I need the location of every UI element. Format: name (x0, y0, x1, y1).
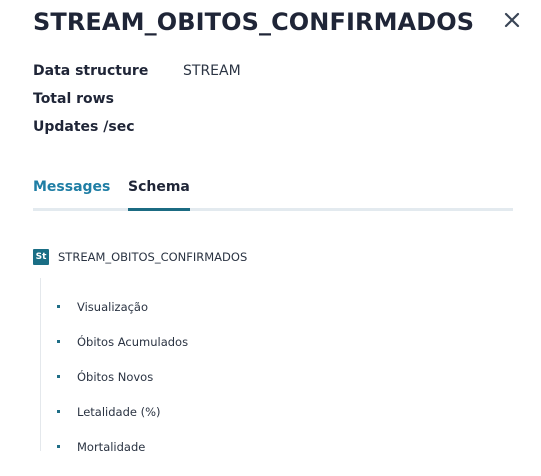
tab-messages[interactable]: Messages (33, 176, 110, 208)
field-name: Óbitos Novos (77, 369, 154, 384)
meta-label: Updates /sec (33, 119, 135, 135)
active-tab-indicator (128, 208, 190, 211)
schema-field[interactable]: Óbitos Novos (57, 359, 188, 394)
meta-row-updates-per-sec: Updates /sec (33, 113, 241, 141)
bullet-icon (57, 305, 60, 308)
schema-field-list: Visualização Óbitos Acumulados Óbitos No… (57, 289, 188, 464)
schema-field[interactable]: Óbitos Acumulados (57, 324, 188, 359)
field-name: Mortalidade (77, 439, 146, 454)
tree-line (40, 278, 41, 451)
schema-root-name: STREAM_OBITOS_CONFIRMADOS (58, 250, 248, 264)
bullet-icon (57, 445, 60, 448)
schema-field[interactable]: Letalidade (%) (57, 394, 188, 429)
stream-type-badge: St (33, 249, 49, 265)
bullet-icon (57, 410, 60, 413)
meta-row-data-structure: Data structure STREAM (33, 57, 241, 85)
bullet-icon (57, 340, 60, 343)
field-name: Visualização (77, 299, 149, 314)
schema-field[interactable]: Visualização (57, 289, 188, 324)
tab-label: Schema (128, 179, 190, 195)
bullet-icon (57, 375, 60, 378)
meta-label: Data structure (33, 63, 149, 79)
stream-details-panel: STREAM_OBITOS_CONFIRMADOS Data structure… (0, 0, 541, 476)
meta-label: Total rows (33, 91, 114, 107)
tab-schema[interactable]: Schema (128, 176, 190, 211)
tab-bar: Messages Schema (33, 176, 513, 211)
schema-field[interactable]: Mortalidade (57, 429, 188, 464)
meta-value: STREAM (183, 63, 241, 79)
close-icon[interactable] (500, 8, 524, 32)
page-title: STREAM_OBITOS_CONFIRMADOS (33, 8, 475, 36)
meta-row-total-rows: Total rows (33, 85, 241, 113)
tab-label: Messages (33, 179, 111, 195)
metadata-section: Data structure STREAM Total rows Updates… (33, 57, 241, 141)
field-name: Óbitos Acumulados (77, 334, 189, 349)
schema-root[interactable]: St STREAM_OBITOS_CONFIRMADOS (33, 249, 247, 265)
field-name: Letalidade (%) (77, 404, 161, 419)
